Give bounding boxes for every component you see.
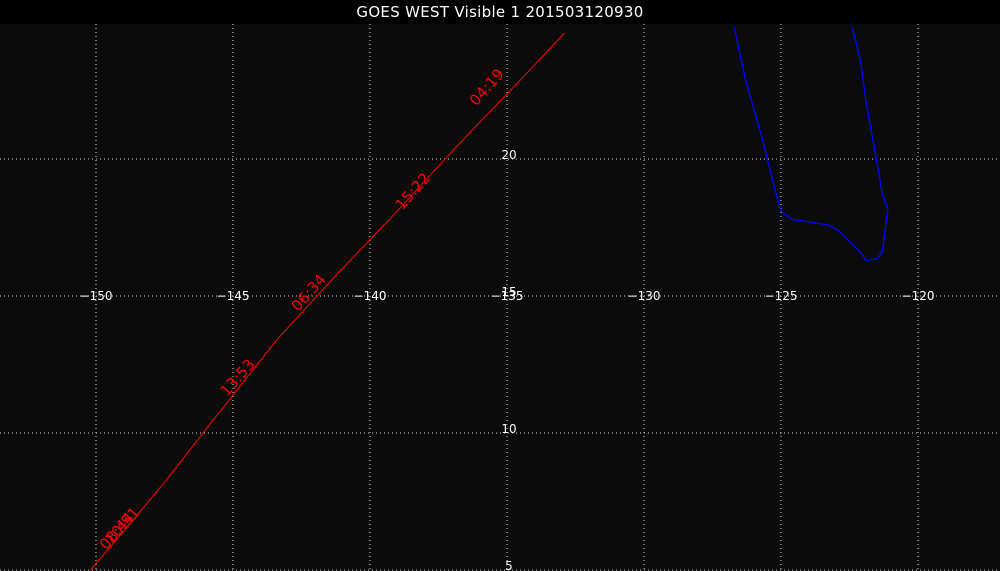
latitude-label: 5 [505, 559, 513, 571]
latitude-label: 10 [501, 422, 516, 436]
map-canvas[interactable]: −150−145−140−135−130−125−120510152025 10… [0, 11, 1000, 571]
longitude-label: −120 [902, 289, 935, 303]
map-plot-area[interactable]: −150−145−140−135−130−125−120510152025 10… [0, 11, 1000, 571]
latitude-label: 15 [501, 285, 516, 299]
longitude-label: −125 [765, 289, 798, 303]
latitude-label: 25 [501, 24, 516, 25]
longitude-label: −150 [80, 289, 113, 303]
latitude-label: 20 [501, 148, 516, 162]
longitude-label: −140 [354, 289, 387, 303]
map-window: GOES WEST Visible 1 201503120930 −150 −14… [0, 0, 1000, 571]
longitude-label: −130 [628, 289, 661, 303]
map-title: GOES WEST Visible 1 201503120930 [356, 3, 644, 21]
longitude-label: −145 [217, 289, 250, 303]
